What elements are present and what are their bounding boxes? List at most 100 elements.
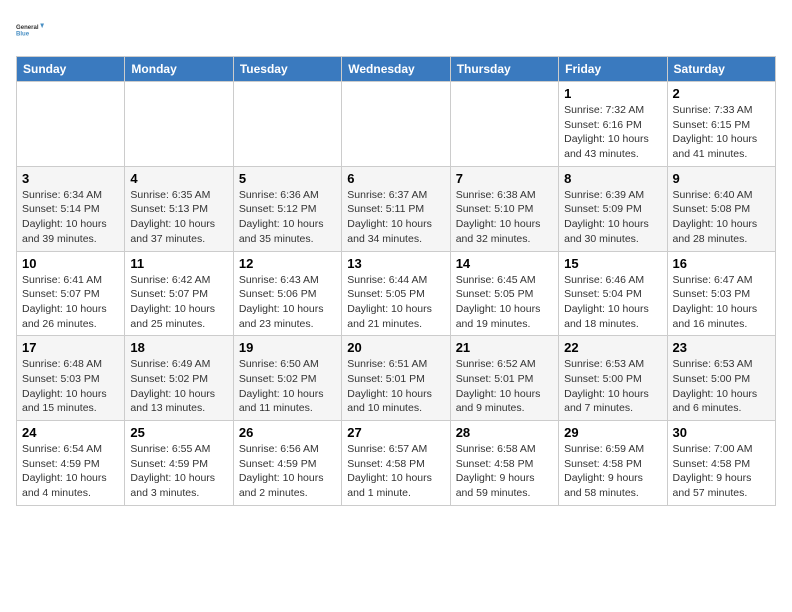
calendar-week-row: 24 Sunrise: 6:54 AMSunset: 4:59 PMDayligh… xyxy=(17,421,776,506)
cell-day-number: 7 xyxy=(456,171,553,186)
cell-info: Sunrise: 6:36 AMSunset: 5:12 PMDaylight:… xyxy=(239,188,336,247)
calendar-cell: 1 Sunrise: 7:32 AMSunset: 6:16 PMDaylight… xyxy=(559,82,667,167)
cell-info: Sunrise: 6:42 AMSunset: 5:07 PMDaylight:… xyxy=(130,273,227,332)
calendar-cell: 12 Sunrise: 6:43 AMSunset: 5:06 PMDayligh… xyxy=(233,251,341,336)
calendar-cell: 4Sunrise: 6:35 AMSunset: 5:13 PMDaylight… xyxy=(125,166,233,251)
calendar-cell: 5 Sunrise: 6:36 AMSunset: 5:12 PMDaylight… xyxy=(233,166,341,251)
cell-info: Sunrise: 6:35 AMSunset: 5:13 PMDaylight:… xyxy=(130,188,227,247)
calendar-cell: 29Sunrise: 6:59 AMSunset: 4:58 PMDayligh… xyxy=(559,421,667,506)
cell-info: Sunrise: 6:39 AMSunset: 5:09 PMDaylight:… xyxy=(564,188,661,247)
calendar-cell: 24 Sunrise: 6:54 AMSunset: 4:59 PMDayligh… xyxy=(17,421,125,506)
cell-day-number: 11 xyxy=(130,256,227,271)
cell-day-number: 24 xyxy=(22,425,119,440)
cell-info: Sunrise: 6:53 AMSunset: 5:00 PMDaylight:… xyxy=(673,357,770,416)
calendar-cell: 21Sunrise: 6:52 AMSunset: 5:01 PMDayligh… xyxy=(450,336,558,421)
cell-day-number: 28 xyxy=(456,425,553,440)
cell-day-number: 6 xyxy=(347,171,444,186)
cell-day-number: 9 xyxy=(673,171,770,186)
calendar-cell: 13 Sunrise: 6:44 AMSunset: 5:05 PMDayligh… xyxy=(342,251,450,336)
cell-info: Sunrise: 6:43 AMSunset: 5:06 PMDaylight:… xyxy=(239,273,336,332)
calendar-table: SundayMondayTuesdayWednesdayThursdayFrid… xyxy=(16,56,776,506)
cell-day-number: 8 xyxy=(564,171,661,186)
calendar-week-row: 1 Sunrise: 7:32 AMSunset: 6:16 PMDaylight… xyxy=(17,82,776,167)
calendar-cell: 10 Sunrise: 6:41 AMSunset: 5:07 PMDayligh… xyxy=(17,251,125,336)
cell-day-number: 23 xyxy=(673,340,770,355)
cell-info: Sunrise: 6:58 AMSunset: 4:58 PMDaylight:… xyxy=(456,442,553,501)
logo-icon: GeneralBlue xyxy=(16,16,44,44)
cell-info: Sunrise: 7:32 AMSunset: 6:16 PMDaylight:… xyxy=(564,103,661,162)
cell-day-number: 18 xyxy=(130,340,227,355)
calendar-week-row: 10 Sunrise: 6:41 AMSunset: 5:07 PMDayligh… xyxy=(17,251,776,336)
cell-info: Sunrise: 6:46 AMSunset: 5:04 PMDaylight:… xyxy=(564,273,661,332)
calendar-week-row: 3Sunrise: 6:34 AMSunset: 5:14 PMDaylight… xyxy=(17,166,776,251)
cell-info: Sunrise: 7:00 AMSunset: 4:58 PMDaylight:… xyxy=(673,442,770,501)
calendar-cell: 19Sunrise: 6:50 AMSunset: 5:02 PMDayligh… xyxy=(233,336,341,421)
cell-info: Sunrise: 6:48 AMSunset: 5:03 PMDaylight:… xyxy=(22,357,119,416)
calendar-cell: 14 Sunrise: 6:45 AMSunset: 5:05 PMDayligh… xyxy=(450,251,558,336)
cell-info: Sunrise: 6:45 AMSunset: 5:05 PMDaylight:… xyxy=(456,273,553,332)
calendar-cell: 23 Sunrise: 6:53 AMSunset: 5:00 PMDayligh… xyxy=(667,336,775,421)
cell-day-number: 25 xyxy=(130,425,227,440)
cell-info: Sunrise: 6:47 AMSunset: 5:03 PMDaylight:… xyxy=(673,273,770,332)
cell-info: Sunrise: 6:44 AMSunset: 5:05 PMDaylight:… xyxy=(347,273,444,332)
cell-day-number: 1 xyxy=(564,86,661,101)
cell-day-number: 27 xyxy=(347,425,444,440)
calendar-cell: 3Sunrise: 6:34 AMSunset: 5:14 PMDaylight… xyxy=(17,166,125,251)
cell-day-number: 13 xyxy=(347,256,444,271)
cell-info: Sunrise: 6:38 AMSunset: 5:10 PMDaylight:… xyxy=(456,188,553,247)
cell-day-number: 20 xyxy=(347,340,444,355)
svg-text:Blue: Blue xyxy=(16,32,30,38)
cell-day-number: 22 xyxy=(564,340,661,355)
cell-info: Sunrise: 6:49 AMSunset: 5:02 PMDaylight:… xyxy=(130,357,227,416)
cell-day-number: 5 xyxy=(239,171,336,186)
col-header-wednesday: Wednesday xyxy=(342,57,450,82)
cell-day-number: 14 xyxy=(456,256,553,271)
calendar-cell: 25 Sunrise: 6:55 AMSunset: 4:59 PMDayligh… xyxy=(125,421,233,506)
calendar-cell xyxy=(125,82,233,167)
cell-info: Sunrise: 6:37 AMSunset: 5:11 PMDaylight:… xyxy=(347,188,444,247)
cell-day-number: 3 xyxy=(22,171,119,186)
cell-info: Sunrise: 6:41 AMSunset: 5:07 PMDaylight:… xyxy=(22,273,119,332)
calendar-cell: 27Sunrise: 6:57 AMSunset: 4:58 PMDayligh… xyxy=(342,421,450,506)
cell-info: Sunrise: 6:56 AMSunset: 4:59 PMDaylight:… xyxy=(239,442,336,501)
cell-day-number: 26 xyxy=(239,425,336,440)
col-header-tuesday: Tuesday xyxy=(233,57,341,82)
calendar-cell: 8 Sunrise: 6:39 AMSunset: 5:09 PMDaylight… xyxy=(559,166,667,251)
calendar-week-row: 17 Sunrise: 6:48 AMSunset: 5:03 PMDayligh… xyxy=(17,336,776,421)
calendar-cell xyxy=(233,82,341,167)
cell-info: Sunrise: 6:55 AMSunset: 4:59 PMDaylight:… xyxy=(130,442,227,501)
calendar-cell: 11 Sunrise: 6:42 AMSunset: 5:07 PMDayligh… xyxy=(125,251,233,336)
calendar-cell: 6 Sunrise: 6:37 AMSunset: 5:11 PMDaylight… xyxy=(342,166,450,251)
calendar-header-row: SundayMondayTuesdayWednesdayThursdayFrid… xyxy=(17,57,776,82)
cell-day-number: 16 xyxy=(673,256,770,271)
calendar-cell: 15 Sunrise: 6:46 AMSunset: 5:04 PMDayligh… xyxy=(559,251,667,336)
cell-day-number: 21 xyxy=(456,340,553,355)
cell-day-number: 10 xyxy=(22,256,119,271)
page-header: GeneralBlue xyxy=(16,16,776,44)
cell-day-number: 17 xyxy=(22,340,119,355)
col-header-saturday: Saturday xyxy=(667,57,775,82)
cell-day-number: 12 xyxy=(239,256,336,271)
calendar-cell xyxy=(17,82,125,167)
cell-info: Sunrise: 6:40 AMSunset: 5:08 PMDaylight:… xyxy=(673,188,770,247)
cell-day-number: 19 xyxy=(239,340,336,355)
cell-day-number: 15 xyxy=(564,256,661,271)
logo: GeneralBlue xyxy=(16,16,44,44)
col-header-friday: Friday xyxy=(559,57,667,82)
calendar-cell: 2Sunrise: 7:33 AMSunset: 6:15 PMDaylight… xyxy=(667,82,775,167)
calendar-cell: 20Sunrise: 6:51 AMSunset: 5:01 PMDayligh… xyxy=(342,336,450,421)
svg-text:General: General xyxy=(16,25,39,31)
col-header-monday: Monday xyxy=(125,57,233,82)
calendar-cell xyxy=(342,82,450,167)
calendar-cell: 7 Sunrise: 6:38 AMSunset: 5:10 PMDaylight… xyxy=(450,166,558,251)
calendar-cell: 28 Sunrise: 6:58 AMSunset: 4:58 PMDayligh… xyxy=(450,421,558,506)
cell-info: Sunrise: 6:53 AMSunset: 5:00 PMDaylight:… xyxy=(564,357,661,416)
calendar-cell: 30Sunrise: 7:00 AMSunset: 4:58 PMDayligh… xyxy=(667,421,775,506)
calendar-cell: 18 Sunrise: 6:49 AMSunset: 5:02 PMDayligh… xyxy=(125,336,233,421)
cell-info: Sunrise: 6:54 AMSunset: 4:59 PMDaylight:… xyxy=(22,442,119,501)
calendar-cell: 26 Sunrise: 6:56 AMSunset: 4:59 PMDayligh… xyxy=(233,421,341,506)
calendar-cell: 9 Sunrise: 6:40 AMSunset: 5:08 PMDaylight… xyxy=(667,166,775,251)
cell-info: Sunrise: 7:33 AMSunset: 6:15 PMDaylight:… xyxy=(673,103,770,162)
cell-day-number: 29 xyxy=(564,425,661,440)
calendar-cell xyxy=(450,82,558,167)
